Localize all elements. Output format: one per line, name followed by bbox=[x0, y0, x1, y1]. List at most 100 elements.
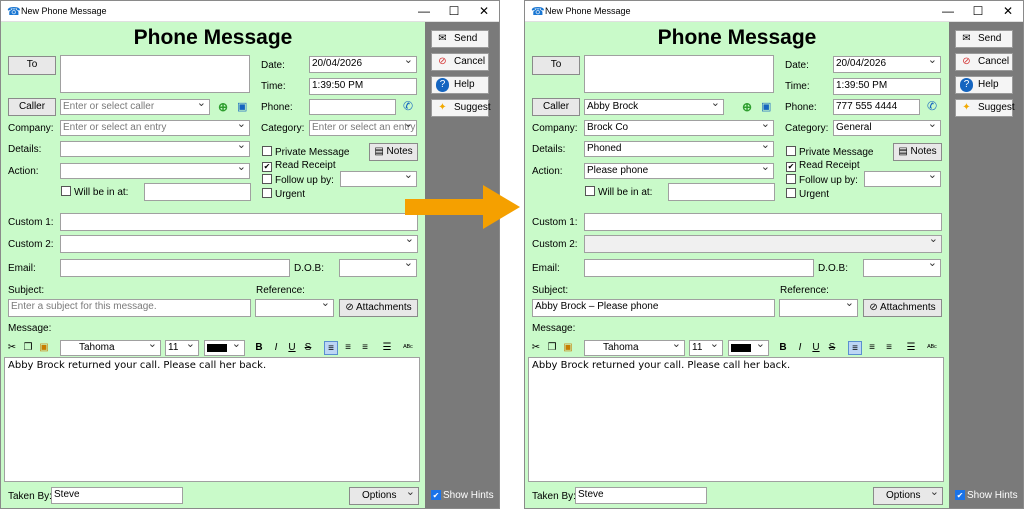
help-button[interactable]: ? Help bbox=[955, 76, 1013, 94]
action-select[interactable]: Please phone bbox=[584, 163, 774, 179]
copy-icon[interactable]: ❐ bbox=[545, 341, 559, 355]
cancel-button[interactable]: ⊘ Cancel bbox=[431, 53, 489, 71]
caller-input[interactable]: Abby Brock bbox=[584, 99, 724, 115]
to-button[interactable]: To bbox=[532, 56, 580, 75]
phone-input[interactable] bbox=[309, 99, 396, 115]
to-field[interactable] bbox=[60, 55, 250, 93]
will-be-in-input[interactable] bbox=[668, 183, 775, 201]
urgent-checkbox[interactable]: Urgent bbox=[786, 188, 829, 200]
to-field[interactable] bbox=[584, 55, 774, 93]
taken-by-input[interactable]: Steve bbox=[51, 487, 183, 504]
read-receipt-checkbox[interactable]: ✔ Read Receipt bbox=[786, 160, 860, 172]
subject-input[interactable]: Abby Brock – Please phone bbox=[532, 299, 775, 317]
taken-by-input[interactable]: Steve bbox=[575, 487, 707, 504]
message-editor[interactable]: Abby Brock returned your call. Please ca… bbox=[528, 357, 944, 482]
date-picker[interactable]: 20/04/2026 bbox=[309, 56, 417, 73]
read-receipt-checkbox[interactable]: ✔ Read Receipt bbox=[262, 160, 336, 172]
paste-icon[interactable]: ▣ bbox=[561, 341, 575, 355]
spellcheck-icon[interactable]: ᴬᴮᶜ bbox=[401, 341, 415, 355]
cut-icon[interactable]: ✂ bbox=[5, 341, 19, 355]
private-message-checkbox[interactable]: Private Message bbox=[786, 146, 873, 158]
close-button[interactable]: ✕ bbox=[469, 2, 499, 20]
dial-phone-icon[interactable]: ✆ bbox=[927, 99, 937, 113]
align-left-icon[interactable]: ≡ bbox=[324, 341, 338, 355]
to-button[interactable]: To bbox=[8, 56, 56, 75]
will-be-in-input[interactable] bbox=[144, 183, 251, 201]
copy-icon[interactable]: ❐ bbox=[21, 341, 35, 355]
font-size-select[interactable]: 11 bbox=[165, 340, 199, 356]
underline-button[interactable]: U bbox=[809, 341, 823, 355]
will-be-in-checkbox[interactable]: Will be in at: bbox=[585, 186, 652, 198]
show-hints-checkbox[interactable]: ✔ Show Hints bbox=[431, 490, 494, 501]
minimize-button[interactable]: — bbox=[933, 2, 963, 20]
category-select[interactable]: Enter or select an entry bbox=[309, 120, 417, 136]
custom2-select[interactable] bbox=[584, 235, 942, 253]
dob-picker[interactable] bbox=[863, 259, 941, 277]
bullet-list-icon[interactable]: ☰ bbox=[904, 341, 918, 355]
close-button[interactable]: ✕ bbox=[993, 2, 1023, 20]
spellcheck-icon[interactable]: ᴬᴮᶜ bbox=[925, 341, 939, 355]
align-right-icon[interactable]: ≡ bbox=[882, 341, 896, 355]
cancel-button[interactable]: ⊘ Cancel bbox=[955, 53, 1013, 71]
underline-button[interactable]: U bbox=[285, 341, 299, 355]
notes-button[interactable]: ▤ Notes bbox=[893, 143, 942, 161]
show-hints-checkbox[interactable]: ✔ Show Hints bbox=[955, 490, 1018, 501]
urgent-checkbox[interactable]: Urgent bbox=[262, 188, 305, 200]
minimize-button[interactable]: — bbox=[409, 2, 439, 20]
add-contact-icon[interactable]: ⊕ bbox=[742, 100, 752, 114]
reference-select[interactable] bbox=[779, 299, 858, 317]
paste-icon[interactable]: ▣ bbox=[37, 341, 51, 355]
maximize-button[interactable]: ☐ bbox=[963, 2, 993, 20]
attachments-button[interactable]: ⊘ Attachments bbox=[339, 299, 418, 317]
align-center-icon[interactable]: ≡ bbox=[865, 341, 879, 355]
font-select[interactable]: Tahoma bbox=[584, 340, 685, 356]
company-select[interactable]: Enter or select an entry bbox=[60, 120, 250, 136]
phone-input[interactable]: 777 555 4444 bbox=[833, 99, 920, 115]
custom1-input[interactable] bbox=[584, 213, 942, 231]
custom1-input[interactable] bbox=[60, 213, 418, 231]
details-select[interactable]: Phoned bbox=[584, 141, 774, 157]
bold-button[interactable]: B bbox=[252, 341, 266, 355]
strikethrough-button[interactable]: S bbox=[825, 341, 839, 355]
time-spinner[interactable]: 1:39:50 PM bbox=[833, 78, 941, 95]
send-button[interactable]: ✉ Send bbox=[431, 30, 489, 48]
custom2-select[interactable] bbox=[60, 235, 418, 253]
options-button[interactable]: Options bbox=[873, 484, 943, 505]
strikethrough-button[interactable]: S bbox=[301, 341, 315, 355]
email-input[interactable] bbox=[60, 259, 290, 277]
will-be-in-checkbox[interactable]: Will be in at: bbox=[61, 186, 128, 198]
time-spinner[interactable]: 1:39:50 PM bbox=[309, 78, 417, 95]
align-center-icon[interactable]: ≡ bbox=[341, 341, 355, 355]
maximize-button[interactable]: ☐ bbox=[439, 2, 469, 20]
reference-select[interactable] bbox=[255, 299, 334, 317]
cut-icon[interactable]: ✂ bbox=[529, 341, 543, 355]
action-select[interactable] bbox=[60, 163, 250, 179]
italic-button[interactable]: I bbox=[269, 341, 283, 355]
follow-up-checkbox[interactable]: Follow up by: bbox=[786, 174, 858, 186]
category-select[interactable]: General bbox=[833, 120, 941, 136]
help-button[interactable]: ? Help bbox=[431, 76, 489, 94]
message-editor[interactable]: Abby Brock returned your call. Please ca… bbox=[4, 357, 420, 482]
notes-button[interactable]: ▤ Notes bbox=[369, 143, 418, 161]
caller-input[interactable]: Enter or select caller bbox=[60, 99, 210, 115]
font-color-select[interactable] bbox=[728, 340, 769, 356]
company-select[interactable]: Brock Co bbox=[584, 120, 774, 136]
contacts-book-icon[interactable]: ▣ bbox=[237, 100, 247, 113]
add-contact-icon[interactable]: ⊕ bbox=[218, 100, 228, 114]
suggest-button[interactable]: ✦ Suggest bbox=[431, 99, 491, 117]
send-button[interactable]: ✉ Send bbox=[955, 30, 1013, 48]
italic-button[interactable]: I bbox=[793, 341, 807, 355]
date-picker[interactable]: 20/04/2026 bbox=[833, 56, 941, 73]
attachments-button[interactable]: ⊘ Attachments bbox=[863, 299, 942, 317]
font-select[interactable]: Tahoma bbox=[60, 340, 161, 356]
bullet-list-icon[interactable]: ☰ bbox=[380, 341, 394, 355]
caller-button[interactable]: Caller bbox=[532, 98, 580, 116]
caller-button[interactable]: Caller bbox=[8, 98, 56, 116]
align-right-icon[interactable]: ≡ bbox=[358, 341, 372, 355]
options-button[interactable]: Options bbox=[349, 484, 419, 505]
email-input[interactable] bbox=[584, 259, 814, 277]
private-message-checkbox[interactable]: Private Message bbox=[262, 146, 349, 158]
bold-button[interactable]: B bbox=[776, 341, 790, 355]
follow-up-select[interactable] bbox=[864, 171, 941, 187]
suggest-button[interactable]: ✦ Suggest bbox=[955, 99, 1015, 117]
